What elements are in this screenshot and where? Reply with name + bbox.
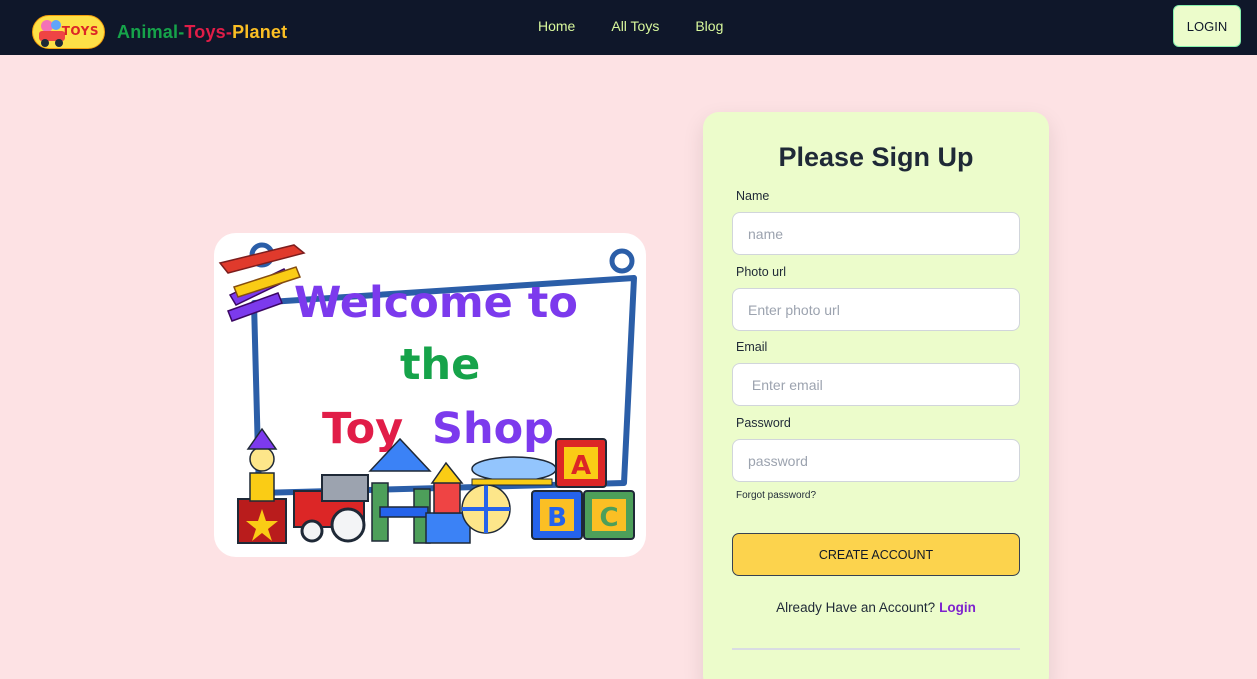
photo-url-label: Photo url [736, 265, 787, 279]
brand-part-animal: Animal- [117, 21, 185, 42]
welcome-line2: the [400, 340, 480, 390]
nav-login-button[interactable]: LOGIN [1173, 5, 1241, 47]
already-account-text: Already Have an Account? Login [703, 600, 1049, 615]
login-link[interactable]: Login [939, 600, 976, 615]
password-input[interactable] [732, 439, 1020, 482]
card-divider [732, 648, 1020, 650]
logo-badge: TOYS [32, 15, 105, 49]
nav-link-home[interactable]: Home [538, 18, 575, 34]
welcome-line3-toy: Toy [322, 404, 403, 454]
name-label: Name [736, 189, 770, 203]
nav-link-all-toys[interactable]: All Toys [611, 18, 659, 34]
forgot-password-link[interactable]: Forgot password? [736, 490, 816, 501]
signup-card: Please Sign Up Name Photo url Email Pass… [703, 112, 1049, 679]
brand-name: Animal-Toys-Planet [117, 22, 287, 43]
email-input[interactable] [732, 363, 1020, 406]
logo-text: TOYS [61, 24, 99, 38]
welcome-image: Welcome to the Toy Shop A B C [214, 233, 646, 557]
brand-part-toys: Toys- [184, 21, 233, 42]
photo-url-input[interactable] [732, 288, 1020, 331]
site-logo[interactable]: TOYS Animal-Toys-Planet [32, 15, 287, 49]
password-label: Password [736, 416, 791, 430]
navbar: TOYS Animal-Toys-Planet Home All Toys Bl… [0, 0, 1257, 55]
welcome-line3-shop: Shop [432, 404, 554, 454]
welcome-line1: Welcome to [294, 278, 578, 328]
already-account-label: Already Have an Account? [776, 600, 936, 615]
block-letter-a: A [571, 451, 591, 481]
block-letter-c: C [599, 503, 618, 533]
nav-link-blog[interactable]: Blog [695, 18, 723, 34]
email-label: Email [736, 340, 768, 354]
signup-title: Please Sign Up [778, 142, 974, 172]
nav-links: Home All Toys Blog [538, 18, 759, 34]
create-account-button[interactable]: CREATE ACCOUNT [732, 533, 1020, 576]
brand-part-planet: Planet [232, 21, 288, 42]
name-input[interactable] [732, 212, 1020, 255]
block-letter-b: B [547, 503, 567, 533]
